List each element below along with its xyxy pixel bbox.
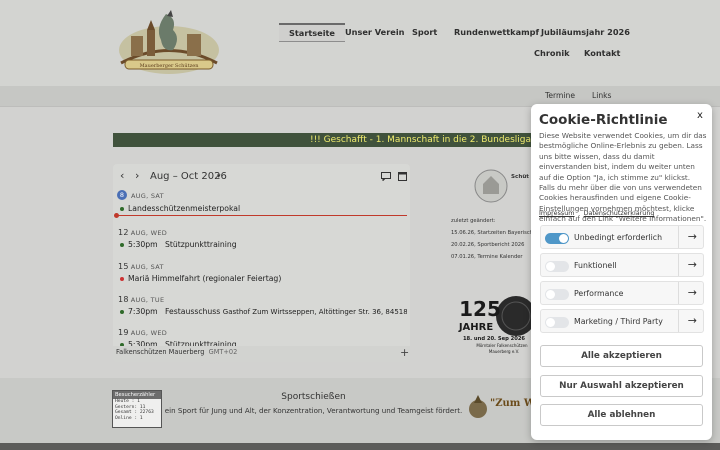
counter-line: Online : 1 <box>115 415 143 421</box>
calendar-range[interactable]: Aug – Oct 2026 <box>150 171 227 182</box>
close-icon[interactable]: x <box>695 110 705 122</box>
option-label: Funktionell <box>574 261 617 270</box>
cookie-option-required: Unbedingt erforderlich → <box>540 225 704 249</box>
next-month-icon[interactable]: › <box>135 169 139 182</box>
calendar-event[interactable]: 18 AUG, TUE 7:30pm Festausschuss Gasthof … <box>113 293 407 321</box>
bottom-bar <box>0 443 720 450</box>
calendar-widget: ‹ › Aug – Oct 2026 ▾ 8 AUG, SAT Landessc… <box>113 164 410 362</box>
link-impressum[interactable]: Impressum <box>539 209 575 217</box>
changes-label: zuletzt geändert: <box>451 218 496 224</box>
calendar-header: ‹ › Aug – Oct 2026 ▾ <box>113 164 410 188</box>
jubilee-word: JAHRE <box>458 322 494 333</box>
recent-changes: Schüt zuletzt geändert: 15.06.26, Startz… <box>447 166 537 276</box>
cookie-title: Cookie-Richtlinie <box>539 112 668 128</box>
toggle-switch[interactable] <box>545 289 569 300</box>
accept-all-button[interactable]: Alle akzeptieren <box>540 345 703 367</box>
event-title: 5:30pm Stützpunkttraining <box>120 240 407 249</box>
cookie-dialog: x Cookie-Richtlinie Diese Website verwen… <box>531 104 712 440</box>
now-line <box>116 215 407 216</box>
emblem-text: Schüt <box>511 174 529 180</box>
news-ticker: !!! Geschafft - 1. Mannschaft in die 2. … <box>113 133 533 147</box>
option-label: Performance <box>574 289 624 298</box>
option-label: Marketing / Third Party <box>574 317 663 326</box>
link-datenschutz[interactable]: Datenschutzerklärung <box>584 209 655 217</box>
reject-all-button[interactable]: Alle ablehnen <box>540 404 703 426</box>
nav-chronik[interactable]: Chronik <box>534 48 570 58</box>
add-calendar-icon[interactable]: + <box>400 346 409 359</box>
subnav-termine[interactable]: Termine <box>545 91 575 100</box>
sponsor-text[interactable]: "Zum W <box>490 398 535 409</box>
site-header: Mauerberger Schützen Startseite Unser Ve… <box>0 0 720 86</box>
toggle-switch[interactable] <box>545 261 569 272</box>
calendar-event[interactable]: 15 AUG, SAT Mariä Himmelfahrt (regionaler… <box>113 260 407 288</box>
now-dot <box>114 213 119 218</box>
event-date: AUG, SAT <box>131 192 164 200</box>
arrow-right-icon[interactable]: → <box>688 258 697 271</box>
cookie-option-marketing: Marketing / Third Party → <box>540 309 704 333</box>
calendar-icon[interactable] <box>398 171 407 181</box>
nav-sport[interactable]: Sport <box>412 27 437 37</box>
toggle-switch[interactable] <box>545 317 569 328</box>
event-title: 7:30pm Festausschuss Gasthof Zum Wirtsse… <box>120 307 407 316</box>
sponsor-logo-icon[interactable] <box>468 393 488 419</box>
event-title: Landesschützenmeisterpokal <box>120 204 407 213</box>
nav-kontakt[interactable]: Kontakt <box>584 48 620 58</box>
change-item[interactable]: 20.02.26, Sportbericht 2026 <box>451 242 524 248</box>
event-date: 19 AUG, WED <box>118 328 168 337</box>
arrow-right-icon[interactable]: → <box>688 314 697 327</box>
main-nav: Startseite Unser Verein Sport Rundenwett… <box>279 20 630 70</box>
comment-icon[interactable] <box>381 172 391 181</box>
nav-jubilaeumsjahr[interactable]: Jubiläumsjahr 2026 <box>541 27 630 37</box>
event-date: 12 AUG, WED <box>118 228 168 237</box>
cookie-option-functional: Funktionell → <box>540 253 704 277</box>
jubilee-club: Mörntaler Falkenschützen <box>476 343 528 348</box>
cookie-option-performance: Performance → <box>540 281 704 305</box>
calendar-event[interactable]: 12 AUG, WED 5:30pm Stützpunkttraining <box>113 226 407 254</box>
club-logo[interactable]: Mauerberger Schützen <box>111 8 227 78</box>
subnav-links[interactable]: Links <box>592 91 612 100</box>
jubilee-place: Mauerberg e.V. <box>489 349 519 354</box>
cookie-links: Impressum Datenschutzerklärung <box>539 209 661 217</box>
today-badge: 8 <box>117 190 127 200</box>
event-date: 15 AUG, SAT <box>118 262 164 271</box>
club-emblem-icon <box>474 169 508 203</box>
jubilee-number: 125 <box>459 297 501 321</box>
calendar-event[interactable]: 19 AUG, WED 5:30pm Stützpunkttraining <box>113 326 407 349</box>
calendar-owner: Falkenschützen Mauerberg GMT+02 <box>116 348 238 356</box>
arrow-right-icon[interactable]: → <box>688 230 697 243</box>
chevron-down-icon[interactable]: ▾ <box>217 172 221 180</box>
event-title: Mariä Himmelfahrt (regionaler Feiertag) <box>120 274 407 283</box>
option-label: Unbedingt erforderlich <box>574 233 663 242</box>
toggle-switch[interactable] <box>545 233 569 244</box>
jubilee-dates: 18. und 20. Sep 2026 <box>463 336 525 342</box>
accept-selection-button[interactable]: Nur Auswahl akzeptieren <box>540 375 703 397</box>
nav-unser-verein[interactable]: Unser Verein <box>345 27 404 37</box>
prev-month-icon[interactable]: ‹ <box>120 169 124 182</box>
event-date: 18 AUG, TUE <box>118 295 165 304</box>
logo-text: Mauerberger Schützen <box>140 63 200 69</box>
change-item[interactable]: 15.06.26, Startzeiten Bayerisch <box>451 230 533 236</box>
nav-startseite[interactable]: Startseite <box>279 23 345 42</box>
arrow-right-icon[interactable]: → <box>688 286 697 299</box>
jubilee-graphic[interactable]: 125 JAHRE 18. und 20. Sep 2026 Mörntaler… <box>456 294 536 356</box>
change-item[interactable]: 07.01.26, Termine Kalender <box>451 254 523 260</box>
nav-rundenwettkampf[interactable]: Rundenwettkampf <box>454 27 539 37</box>
calendar-event[interactable]: 8 AUG, SAT Landesschützenmeisterpokal <box>113 190 407 222</box>
